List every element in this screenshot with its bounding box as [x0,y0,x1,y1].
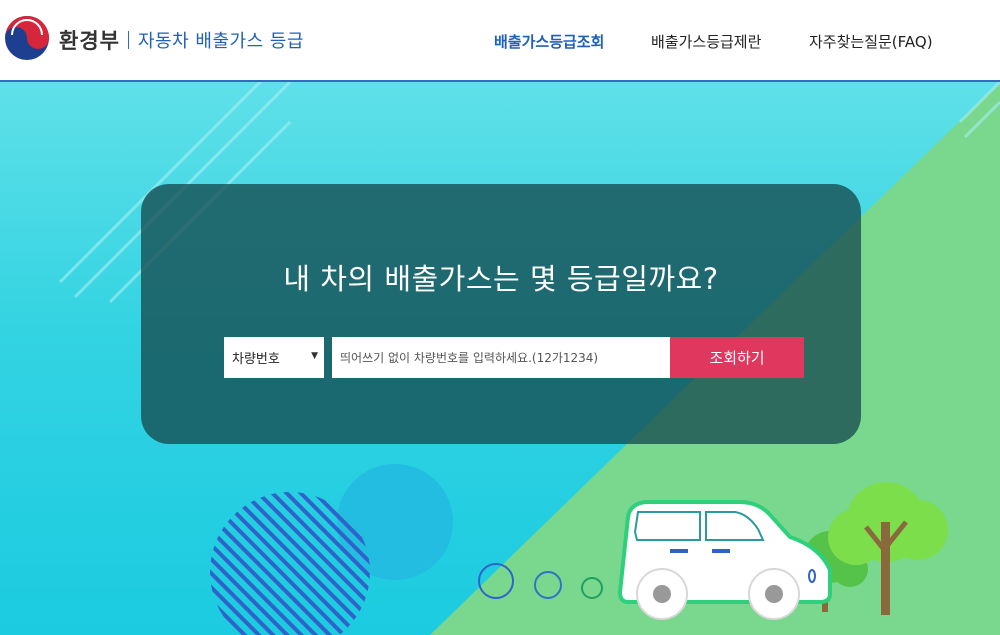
nav-item-grade-lookup[interactable]: 배출가스등급조회 [494,31,604,52]
header-divider [128,31,129,49]
ministry-name[interactable]: 환경부 [59,25,120,55]
nav-item-faq[interactable]: 자주찾는질문(FAQ) [809,31,933,52]
search-panel: 내 차의 배출가스는 몇 등급일까요? 차량번호 ▼ 조회하기 [141,184,861,444]
hero-section: 내 차의 배출가스는 몇 등급일까요? 차량번호 ▼ 조회하기 [0,82,1000,635]
search-type-value: 차량번호 [232,352,280,367]
nav-item-grade-restriction[interactable]: 배출가스등급제란 [651,31,761,52]
service-name[interactable]: 자동차 배출가스 등급 [138,27,304,53]
search-button[interactable]: 조회하기 [670,337,804,378]
vehicle-number-input[interactable] [332,337,670,378]
hero-headline: 내 차의 배출가스는 몇 등급일까요? [283,262,719,296]
site-header: 환경부 자동차 배출가스 등급 배출가스등급조회 배출가스등급제란 자주찾는질문… [0,0,1000,82]
search-type-select[interactable]: 차량번호 ▼ [224,337,324,378]
dropdown-arrow-icon: ▼ [311,351,318,361]
government-emblem-icon[interactable] [4,15,50,61]
